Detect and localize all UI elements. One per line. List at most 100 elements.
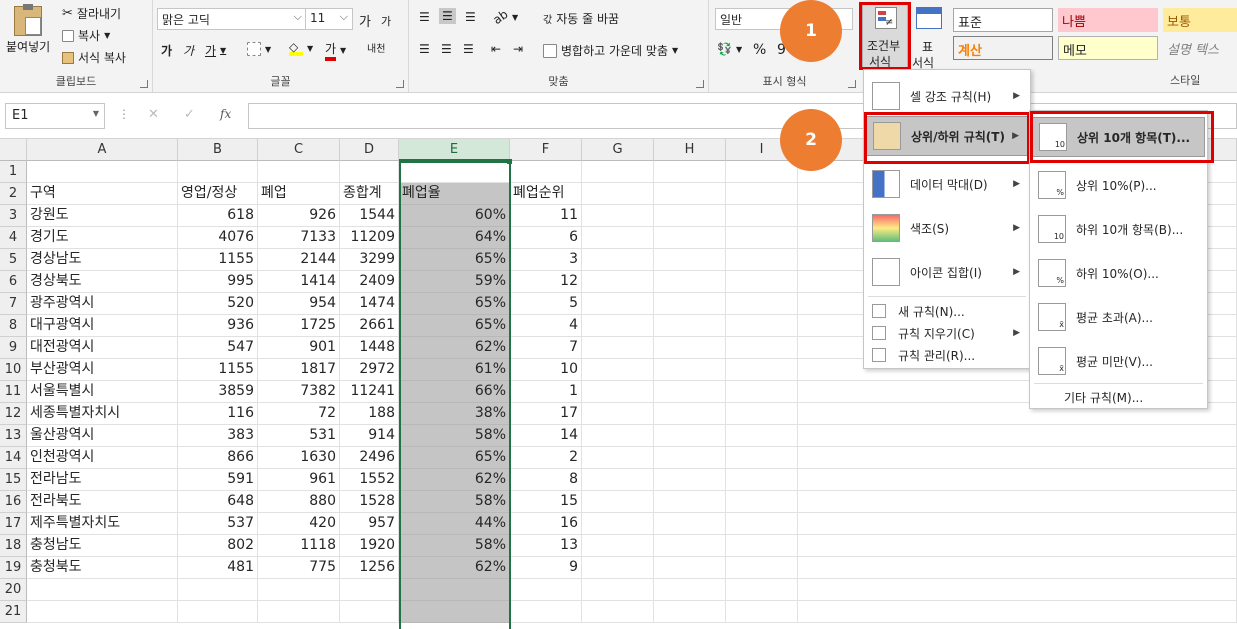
cell[interactable] xyxy=(340,579,399,601)
cell[interactable]: 8 xyxy=(510,469,582,491)
cell[interactable]: 7 xyxy=(510,337,582,359)
style-normal[interactable]: 표준 xyxy=(953,8,1053,32)
cell[interactable]: 1 xyxy=(510,381,582,403)
cell[interactable] xyxy=(510,161,582,183)
cell[interactable]: 폐업율 xyxy=(399,183,510,205)
submenu-item-above-average[interactable]: x̄ 평균 초과(A)... xyxy=(1032,297,1205,337)
cell[interactable] xyxy=(654,425,726,447)
font-color-button[interactable]: 가 ▼ xyxy=(325,40,346,61)
cell[interactable]: 880 xyxy=(258,491,340,513)
border-button[interactable]: ▼ xyxy=(247,42,271,56)
cell[interactable] xyxy=(798,601,1237,623)
row-header[interactable]: 5 xyxy=(0,249,27,271)
row-header[interactable]: 9 xyxy=(0,337,27,359)
cell[interactable]: 1817 xyxy=(258,359,340,381)
enter-icon[interactable]: ✓ xyxy=(184,107,195,122)
cell[interactable] xyxy=(654,205,726,227)
cell[interactable] xyxy=(726,469,798,491)
cell[interactable] xyxy=(582,315,654,337)
menu-item-icon-sets[interactable]: 아이콘 집합(I) ▶ xyxy=(866,252,1028,292)
cell[interactable] xyxy=(654,381,726,403)
format-painter-button[interactable]: 서식 복사 xyxy=(62,49,126,66)
cell[interactable]: 1920 xyxy=(340,535,399,557)
cell[interactable] xyxy=(582,579,654,601)
cell[interactable]: 폐업순위 xyxy=(510,183,582,205)
cell[interactable] xyxy=(726,579,798,601)
row-header[interactable]: 4 xyxy=(0,227,27,249)
row-header[interactable]: 10 xyxy=(0,359,27,381)
cancel-icon[interactable]: ✕ xyxy=(148,107,159,122)
menu-item-color-scales[interactable]: 색조(S) ▶ xyxy=(866,208,1028,248)
cell[interactable]: 547 xyxy=(178,337,258,359)
cell[interactable] xyxy=(726,293,798,315)
cell[interactable]: 961 xyxy=(258,469,340,491)
cell[interactable] xyxy=(510,579,582,601)
dialog-launcher-icon[interactable] xyxy=(696,80,704,88)
cell[interactable] xyxy=(654,293,726,315)
cell[interactable] xyxy=(582,227,654,249)
cell[interactable]: 914 xyxy=(340,425,399,447)
cell[interactable] xyxy=(582,337,654,359)
fill-handle[interactable] xyxy=(507,159,512,164)
row-header[interactable]: 14 xyxy=(0,447,27,469)
cell[interactable] xyxy=(798,557,1237,579)
submenu-item-top-10-percent[interactable]: % 상위 10%(P)... xyxy=(1032,165,1205,205)
cell[interactable]: 10 xyxy=(510,359,582,381)
submenu-item-more-rules[interactable]: 기타 규칙(M)... xyxy=(1064,387,1143,407)
cell[interactable]: 481 xyxy=(178,557,258,579)
cell[interactable]: 전라북도 xyxy=(27,491,178,513)
cell[interactable]: 16 xyxy=(510,513,582,535)
menu-item-manage-rules[interactable]: 규칙 관리(R)... xyxy=(866,344,1028,366)
cell[interactable]: 세종특별자치시 xyxy=(27,403,178,425)
cell[interactable]: 2496 xyxy=(340,447,399,469)
font-name-select[interactable]: 맑은 고딕 ⌵ xyxy=(157,8,307,30)
cell[interactable]: 1448 xyxy=(340,337,399,359)
row-header[interactable]: 8 xyxy=(0,315,27,337)
style-bad[interactable]: 나쁨 xyxy=(1058,8,1158,32)
function-icon[interactable]: fx xyxy=(220,107,231,121)
row-header[interactable]: 1 xyxy=(0,161,27,183)
style-neutral[interactable]: 보통 xyxy=(1163,8,1237,32)
cell[interactable]: 7382 xyxy=(258,381,340,403)
cell[interactable] xyxy=(582,183,654,205)
cell[interactable]: 경상북도 xyxy=(27,271,178,293)
cell[interactable]: 13 xyxy=(510,535,582,557)
cell[interactable]: 11209 xyxy=(340,227,399,249)
cell[interactable]: 14 xyxy=(510,425,582,447)
cell[interactable]: 383 xyxy=(178,425,258,447)
style-explanatory[interactable]: 설명 텍스 xyxy=(1163,36,1237,60)
cell[interactable]: 4076 xyxy=(178,227,258,249)
cell[interactable] xyxy=(726,359,798,381)
cell[interactable]: 65% xyxy=(399,447,510,469)
cell[interactable] xyxy=(726,183,798,205)
cell[interactable] xyxy=(582,469,654,491)
cell[interactable]: 58% xyxy=(399,425,510,447)
name-box[interactable]: E1 ▼ xyxy=(5,103,105,129)
cell[interactable]: 1155 xyxy=(178,359,258,381)
cell[interactable]: 866 xyxy=(178,447,258,469)
menu-item-highlight-rules[interactable]: 셀 강조 규칙(H) ▶ xyxy=(866,76,1028,116)
cell[interactable] xyxy=(726,271,798,293)
cell[interactable] xyxy=(582,513,654,535)
cell[interactable]: 전라남도 xyxy=(27,469,178,491)
row-header[interactable]: 16 xyxy=(0,491,27,513)
menu-item-data-bars[interactable]: 데이터 막대(D) ▶ xyxy=(866,164,1028,204)
row-header[interactable]: 17 xyxy=(0,513,27,535)
cell[interactable]: 울산광역시 xyxy=(27,425,178,447)
cell[interactable]: 2409 xyxy=(340,271,399,293)
cell[interactable] xyxy=(726,227,798,249)
cell[interactable] xyxy=(654,337,726,359)
cell[interactable]: 1155 xyxy=(178,249,258,271)
dialog-launcher-icon[interactable] xyxy=(396,80,404,88)
cell[interactable] xyxy=(726,491,798,513)
cell[interactable]: 7133 xyxy=(258,227,340,249)
fill-color-button[interactable]: ◇ ▼ xyxy=(289,40,313,56)
cell[interactable] xyxy=(798,447,1237,469)
center-align-button[interactable]: ☰ xyxy=(441,42,452,56)
cell[interactable] xyxy=(726,535,798,557)
cell[interactable] xyxy=(582,425,654,447)
style-calculation[interactable]: 계산 xyxy=(953,36,1053,60)
grow-font-button[interactable]: 가 xyxy=(359,11,371,30)
cell[interactable] xyxy=(726,557,798,579)
cell[interactable]: 58% xyxy=(399,535,510,557)
